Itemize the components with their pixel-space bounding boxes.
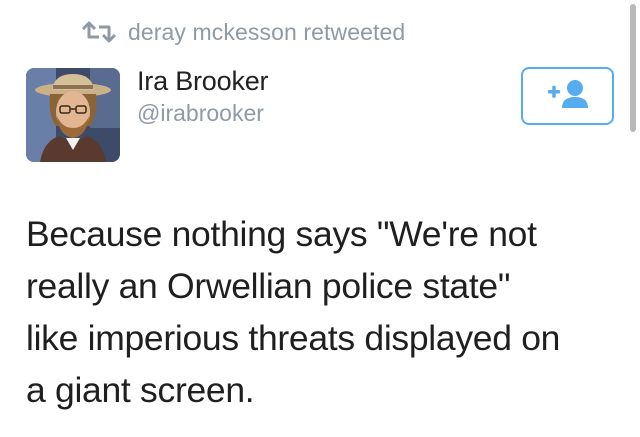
tweet-line: like imperious threats displayed on xyxy=(26,318,561,358)
retweeted-by-text: deray mckesson retweeted xyxy=(128,18,406,45)
author-name[interactable]: Ira Brooker xyxy=(137,66,269,97)
retweet-context: deray mckesson retweeted xyxy=(78,18,405,46)
tweet-line: Because nothing says "We're not xyxy=(26,214,537,254)
add-user-icon xyxy=(546,78,590,115)
tweet-line: a giant screen. xyxy=(26,370,255,410)
retweet-icon xyxy=(78,21,120,43)
tweet-text: Because nothing says "We're not really a… xyxy=(26,208,626,416)
author-handle[interactable]: @irabrooker xyxy=(137,100,264,127)
avatar[interactable] xyxy=(26,68,120,162)
follow-button[interactable] xyxy=(521,67,614,125)
tweet-line: really an Orwellian police state" xyxy=(26,266,511,306)
scrollbar[interactable] xyxy=(630,4,636,132)
